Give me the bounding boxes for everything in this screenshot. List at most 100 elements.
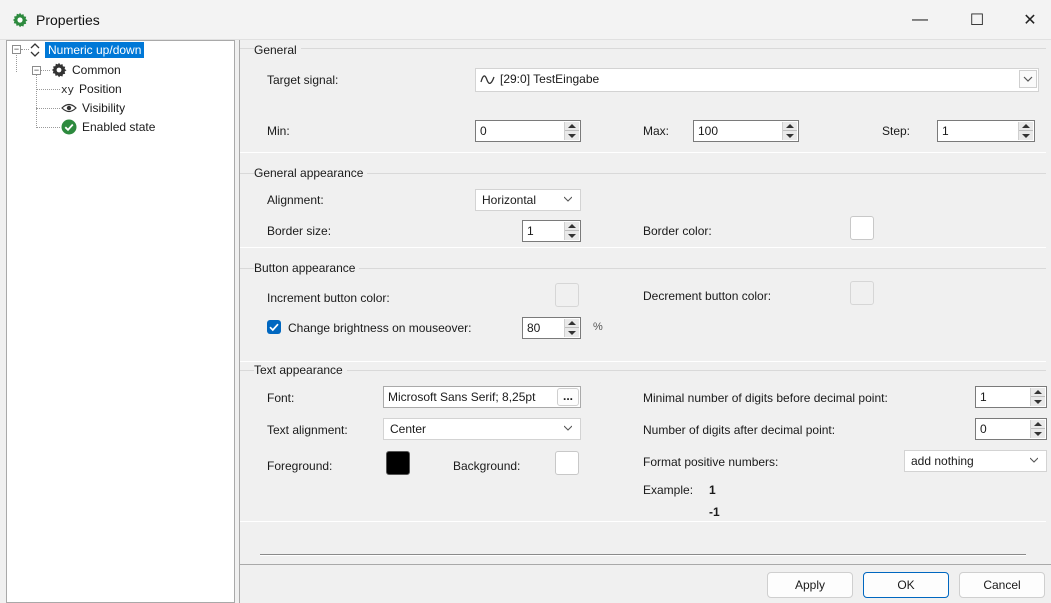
digits-after-spinner[interactable] [1030, 420, 1045, 438]
gear-icon [51, 62, 67, 78]
tree-item-label: Numeric up/down [45, 42, 145, 58]
border-size-label: Border size: [267, 224, 332, 238]
dialog-button-bar: Apply OK Cancel [240, 564, 1051, 603]
property-tree[interactable]: − Numeric up/down − Common xy Position V… [6, 40, 235, 603]
brightness-spinner[interactable] [564, 319, 579, 337]
minimize-button[interactable]: — [897, 0, 943, 40]
minimize-icon: — [912, 11, 928, 28]
example-label: Example: [643, 483, 694, 497]
xy-icon: xy [61, 82, 75, 96]
group-title: General [254, 43, 301, 57]
group-title: Button appearance [254, 261, 360, 275]
checkmark-icon [269, 323, 279, 332]
group-title: General appearance [254, 166, 368, 180]
signal-wave-icon [480, 75, 495, 84]
step-value: 1 [942, 124, 949, 138]
tree-item-label: Visibility [82, 101, 126, 115]
brightness-checkbox[interactable] [267, 320, 281, 334]
max-label: Max: [643, 124, 670, 138]
font-input[interactable]: Microsoft Sans Serif; 8,25pt ... [383, 386, 581, 408]
button-appearance-group [240, 268, 1046, 362]
window-title: Properties [36, 12, 100, 28]
tree-item-label: Position [79, 82, 122, 96]
text-alignment-select[interactable]: Center [383, 418, 581, 440]
max-input[interactable]: 100 [693, 120, 799, 142]
tree-item-label: Common [72, 63, 121, 77]
max-value: 100 [698, 124, 719, 138]
alignment-value: Horizontal [482, 193, 537, 207]
tree-item-common[interactable]: Common [51, 61, 121, 79]
min-label: Min: [267, 124, 290, 138]
step-label: Step: [882, 124, 911, 138]
background-label: Background: [453, 459, 521, 473]
border-size-spinner[interactable] [564, 222, 579, 240]
foreground-label: Foreground: [267, 459, 333, 473]
close-button[interactable]: ✕ [1007, 0, 1051, 40]
brightness-input[interactable]: 80 [522, 317, 581, 339]
digits-after-label: Number of digits after decimal point: [643, 423, 836, 437]
brightness-label: Change brightness on mouseover: [288, 321, 472, 335]
maximize-icon: ☐ [969, 12, 985, 29]
min-digits-value: 1 [980, 390, 987, 404]
format-label: Format positive numbers: [643, 455, 779, 469]
decrement-color-label: Decrement button color: [643, 289, 772, 303]
font-label: Font: [267, 391, 295, 405]
tree-item-position[interactable]: xy Position [61, 80, 122, 98]
min-input[interactable]: 0 [475, 120, 581, 142]
maximize-button[interactable]: ☐ [954, 0, 1000, 40]
digits-after-input[interactable]: 0 [975, 418, 1047, 440]
horizontal-scrollbar[interactable] [260, 554, 1026, 556]
min-digits-spinner[interactable] [1030, 388, 1045, 406]
collapse-icon[interactable]: − [12, 45, 21, 54]
group-title: Text appearance [254, 363, 347, 377]
digits-after-value: 0 [980, 422, 987, 436]
chevron-down-icon [564, 425, 572, 431]
alignment-select[interactable]: Horizontal [475, 189, 581, 211]
border-size-value: 1 [527, 224, 534, 238]
collapse-icon[interactable]: − [32, 66, 41, 75]
close-icon: ✕ [1023, 12, 1037, 29]
target-signal-select[interactable]: [29:0] TestEingabe [475, 68, 1039, 92]
min-digits-input[interactable]: 1 [975, 386, 1047, 408]
percent-unit: % [593, 321, 603, 333]
title-bar: Properties — ☐ ✕ [0, 0, 1051, 40]
step-input[interactable]: 1 [937, 120, 1035, 142]
chevron-down-icon [564, 196, 572, 202]
properties-panel: General Target signal: [29:0] TestEingab… [239, 40, 1051, 603]
cancel-button[interactable]: Cancel [959, 572, 1045, 598]
text-alignment-label: Text alignment: [267, 423, 348, 437]
step-spinner[interactable] [1018, 122, 1033, 140]
chevron-down-icon [1030, 457, 1038, 463]
brightness-value: 80 [527, 321, 541, 335]
tree-item-visibility[interactable]: Visibility [61, 99, 125, 117]
format-value: add nothing [911, 454, 974, 468]
format-select[interactable]: add nothing [904, 450, 1047, 472]
foreground-color-picker[interactable] [386, 451, 410, 475]
dropdown-button[interactable] [1019, 70, 1037, 88]
example-negative: -1 [709, 505, 720, 519]
text-alignment-value: Center [390, 422, 427, 436]
alignment-label: Alignment: [267, 193, 324, 207]
example-positive: 1 [709, 483, 716, 497]
increment-color-picker[interactable] [555, 283, 579, 307]
apply-button[interactable]: Apply [767, 572, 853, 598]
min-digits-label: Minimal number of digits before decimal … [643, 391, 888, 405]
tree-item-enabled-state[interactable]: Enabled state [61, 118, 155, 136]
border-color-label: Border color: [643, 224, 712, 238]
target-signal-label: Target signal: [267, 73, 339, 87]
border-size-input[interactable]: 1 [522, 220, 581, 242]
font-browse-button[interactable]: ... [557, 388, 579, 406]
min-value: 0 [480, 124, 487, 138]
max-spinner[interactable] [782, 122, 797, 140]
eye-icon [61, 103, 77, 113]
tree-item-numeric-updown[interactable]: Numeric up/down [29, 41, 145, 59]
background-color-picker[interactable] [555, 451, 579, 475]
border-color-picker[interactable] [850, 216, 874, 240]
decrement-color-picker[interactable] [850, 281, 874, 305]
check-circle-icon [61, 119, 77, 135]
target-signal-value: [29:0] TestEingabe [500, 72, 600, 86]
min-spinner[interactable] [564, 122, 579, 140]
font-value: Microsoft Sans Serif; 8,25pt [388, 390, 536, 404]
ok-button[interactable]: OK [863, 572, 949, 598]
increment-color-label: Increment button color: [267, 291, 390, 305]
